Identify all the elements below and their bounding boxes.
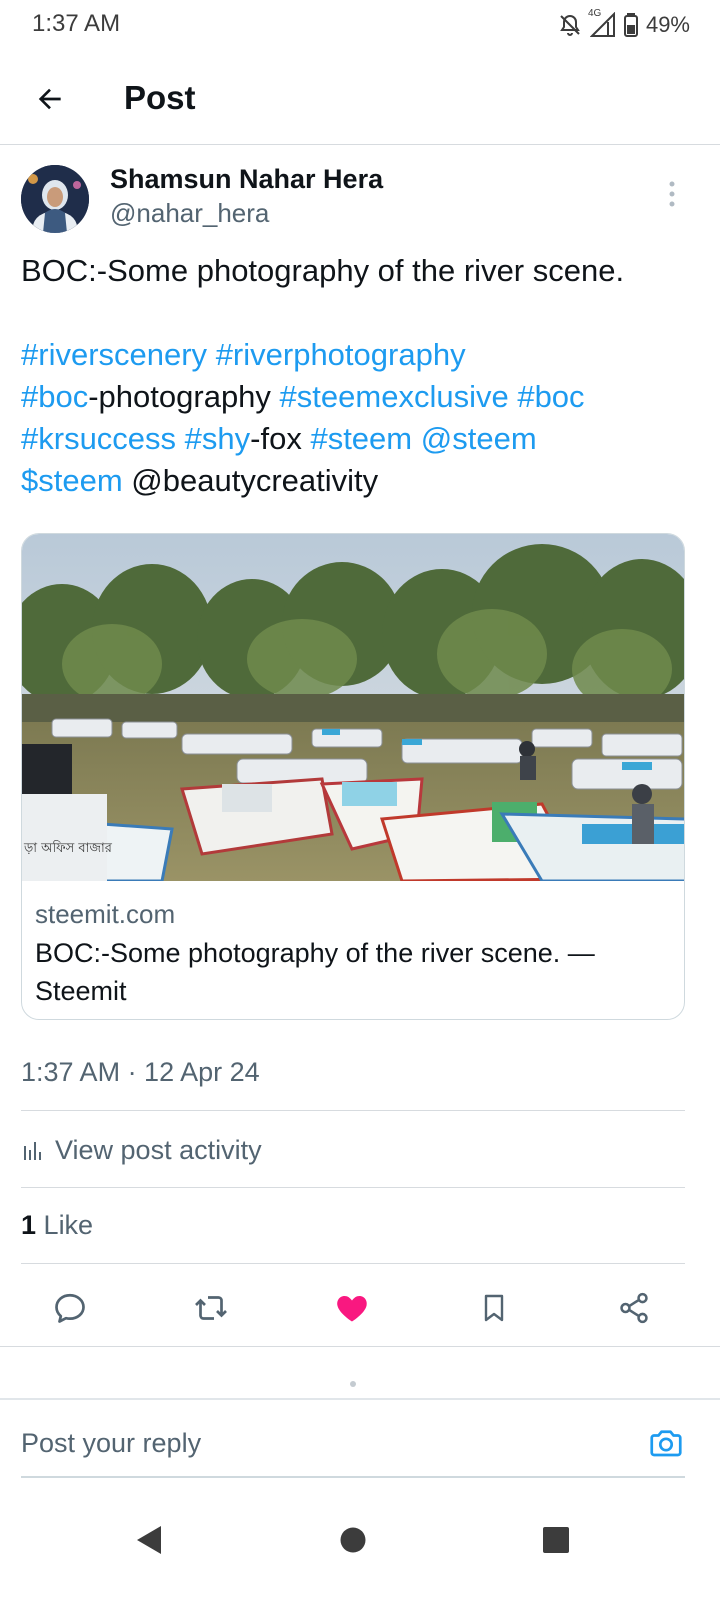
- nav-recents-button[interactable]: [526, 1510, 586, 1570]
- reply-input[interactable]: Post your reply: [21, 1428, 201, 1459]
- network-type: 4G: [587, 8, 602, 19]
- divider: [21, 1110, 685, 1111]
- back-arrow-icon: [38, 88, 61, 110]
- page-title: Post: [124, 79, 196, 116]
- reply-button[interactable]: [46, 1284, 94, 1332]
- author-handle[interactable]: @nahar_hera: [110, 198, 269, 229]
- post-line-5: $steem @beautycreativity: [21, 460, 701, 502]
- post-first-line: BOC:-Some photography of the river scene…: [21, 253, 625, 288]
- divider: [21, 1187, 685, 1188]
- avatar[interactable]: [21, 165, 89, 233]
- hashtag-link[interactable]: #krsuccess: [21, 421, 176, 456]
- like-button[interactable]: [328, 1284, 376, 1332]
- hashtag-link[interactable]: #steem: [310, 421, 412, 456]
- likes-number: 1: [21, 1210, 37, 1240]
- back-button[interactable]: [24, 73, 76, 125]
- hashtag-link[interactable]: #boc: [21, 379, 88, 414]
- hashtag-link[interactable]: #boc: [517, 379, 584, 414]
- likes-count[interactable]: 1 Like: [21, 1210, 93, 1241]
- likes-label: Like: [43, 1210, 94, 1240]
- link-title: BOC:-Some photography of the river scene…: [35, 938, 595, 1006]
- more-vertical-icon: [669, 181, 675, 207]
- camera-button[interactable]: [645, 1422, 687, 1464]
- nav-home-icon: [340, 1527, 366, 1553]
- bookmark-icon: [484, 1294, 504, 1322]
- signal-icon: 4G: [588, 8, 616, 38]
- divider: [21, 1263, 685, 1264]
- camera-icon: [650, 1430, 682, 1457]
- like-icon: [337, 1296, 367, 1322]
- nav-recents-icon: [543, 1527, 569, 1553]
- post-text-fragment: -fox: [250, 421, 311, 456]
- system-nav-bar: [0, 1490, 720, 1600]
- hashtag-link[interactable]: #riverphotography: [216, 337, 466, 372]
- mention-text: @beautycreativity: [131, 463, 379, 498]
- cashtag-link[interactable]: $steem: [21, 463, 123, 498]
- view-post-activity-link[interactable]: View post activity: [21, 1130, 262, 1170]
- nav-home-button[interactable]: [323, 1510, 383, 1570]
- post-text: BOC:-Some photography of the river scene…: [21, 250, 701, 502]
- battery-icon: [623, 13, 638, 37]
- author-name[interactable]: Shamsun Nahar Hera: [110, 164, 383, 195]
- post-text-fragment: -photography: [88, 379, 280, 414]
- repost-button[interactable]: [187, 1284, 235, 1332]
- mention-link[interactable]: @steem: [421, 421, 537, 456]
- action-bar: [0, 1270, 720, 1346]
- hashtag-link[interactable]: #riverscenery: [21, 337, 207, 372]
- status-time: 1:37 AM: [32, 10, 121, 37]
- nav-back-button[interactable]: [118, 1510, 178, 1570]
- share-button[interactable]: [610, 1284, 658, 1332]
- post-timestamp: 1:37 AM · 12 Apr 24: [21, 1057, 260, 1087]
- link-preview-image: ড়া অফিস বাজার: [22, 534, 684, 883]
- share-icon: [620, 1292, 648, 1324]
- activity-label: View post activity: [55, 1134, 262, 1165]
- battery-level: 49%: [645, 12, 690, 37]
- link-preview-card[interactable]: ড়া অফিস বাজার steemit.com BOC:-Some pho…: [21, 533, 685, 1020]
- app-header: Post: [0, 55, 720, 145]
- nav-back-icon: [137, 1526, 161, 1554]
- more-options-button[interactable]: [656, 174, 688, 214]
- link-domain: steemit.com: [35, 899, 176, 929]
- bookmark-button[interactable]: [470, 1284, 518, 1332]
- notifications-off-icon: [558, 13, 582, 37]
- post-line-3: #boc-photography #steemexclusive #boc: [21, 376, 701, 418]
- reply-icon: [55, 1293, 85, 1323]
- reply-underline: [21, 1476, 685, 1478]
- hashtag-link[interactable]: #steemexclusive: [280, 379, 509, 414]
- post-line-4: #krsuccess #shy-fox #steem @steem: [21, 418, 701, 460]
- hashtag-link[interactable]: #shy: [185, 421, 250, 456]
- repost-icon: [195, 1296, 227, 1320]
- divider: [0, 1346, 720, 1347]
- bar-chart-icon: [24, 1142, 41, 1160]
- status-bar: 1:37 AM 4G 49%: [0, 0, 720, 50]
- status-icons: 4G 49%: [558, 8, 690, 40]
- image-overlay-text: ড়া অফিস বাজার: [23, 840, 113, 856]
- scroll-indicator: [350, 1381, 356, 1387]
- post-line-2: #riverscenery #riverphotography: [21, 334, 701, 376]
- reply-composer: Post your reply: [0, 1398, 720, 1478]
